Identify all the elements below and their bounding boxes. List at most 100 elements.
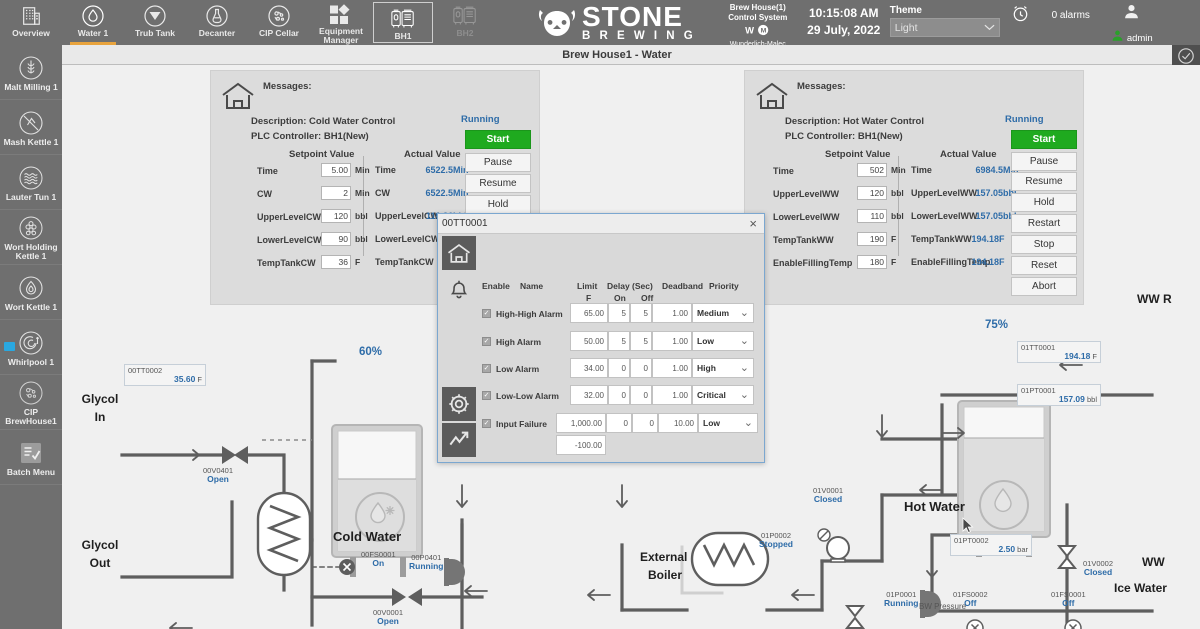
device-00V0401[interactable]: 00V0401 Open (203, 466, 233, 484)
abort-button[interactable]: Abort (1011, 277, 1077, 296)
gear-icon[interactable] (442, 387, 476, 421)
deadband-input[interactable] (652, 385, 692, 405)
limit-input[interactable] (570, 303, 608, 323)
resume-button[interactable]: Resume (465, 174, 531, 193)
enable-checkbox[interactable]: ✓ (482, 364, 491, 373)
start-button[interactable]: Start (1011, 130, 1077, 149)
setpoint-input[interactable] (321, 209, 351, 223)
close-icon[interactable]: × (746, 217, 760, 230)
deadband-input[interactable] (652, 331, 692, 351)
nav-item-cip-cellar[interactable]: CIP Cellar (248, 0, 310, 45)
sidebar-item-whirlpool-1[interactable]: Whirlpool 1 (0, 320, 62, 375)
row-label: TempTankWW (773, 235, 834, 245)
nav-item-overview[interactable]: Overview (0, 0, 62, 45)
limit-input[interactable] (570, 331, 608, 351)
hold-button[interactable]: Hold (1011, 193, 1077, 212)
priority-select[interactable]: Medium ⌄ (692, 303, 754, 323)
device-state: Running (409, 561, 444, 571)
reset-button[interactable]: Reset (1011, 256, 1077, 275)
nav-item-trub-tank[interactable]: Trub Tank (124, 0, 186, 45)
hold-button[interactable]: Hold (465, 195, 531, 214)
priority-select[interactable]: Low ⌄ (692, 331, 754, 351)
device-01P0001[interactable]: 01P0001 Running (884, 590, 918, 608)
theme-select[interactable]: Light (889, 18, 1000, 37)
trend-icon[interactable] (442, 423, 476, 457)
confirm-check-icon[interactable] (1177, 47, 1195, 65)
setpoint-input[interactable] (321, 255, 351, 269)
sidebar-item-malt-milling-1[interactable]: Malt Milling 1 (0, 45, 62, 100)
device-01V0001[interactable]: 01V0001 Closed (813, 486, 843, 504)
delay-off-input[interactable] (632, 413, 658, 433)
setpoint-unit: Min (891, 165, 906, 175)
delay-on-input[interactable] (608, 303, 630, 323)
sidebar-item-wort-kettle-1[interactable]: Wort Kettle 1 (0, 265, 62, 320)
resume-button[interactable]: Resume (1011, 172, 1077, 191)
delay-on-input[interactable] (608, 331, 630, 351)
delay-off-input[interactable] (630, 385, 652, 405)
setpoint-input[interactable] (857, 163, 887, 177)
home-icon[interactable] (755, 81, 789, 116)
device-00P0401[interactable]: 00P0401 Running (409, 553, 443, 571)
setpoint-input[interactable] (321, 186, 351, 200)
device-01FS0001[interactable]: 01FS0001 Off (1051, 590, 1086, 608)
tagbox-01TT0001[interactable]: 01TT0001 194.18 F (1017, 341, 1101, 363)
device-01V0002[interactable]: 01V0002 Closed (1083, 559, 1113, 577)
sidebar-item-mash-kettle-1[interactable]: Mash Kettle 1 (0, 100, 62, 155)
deadband-input[interactable] (652, 358, 692, 378)
sidebar-item-cip-brewhouse1[interactable]: CIP BrewHouse1 (0, 375, 62, 430)
setpoint-input[interactable] (857, 232, 887, 246)
alarm-row: ✓ Low Alarm (482, 358, 539, 379)
priority-select[interactable]: High ⌄ (692, 358, 754, 378)
setpoint-input[interactable] (857, 209, 887, 223)
delay-off-input[interactable] (630, 358, 652, 378)
setpoint-input[interactable] (857, 255, 887, 269)
delay-on-input[interactable] (608, 385, 630, 405)
setpoint-input[interactable] (321, 232, 351, 246)
start-button[interactable]: Start (465, 130, 531, 149)
priority-select[interactable]: Low ⌄ (698, 413, 758, 433)
delay-off-input[interactable] (630, 331, 652, 351)
nav-item-decanter[interactable]: Decanter (186, 0, 248, 45)
alarm-bell-block[interactable] (1006, 0, 1036, 45)
pause-button[interactable]: Pause (465, 153, 531, 172)
current-date: 29 July, 2022 (807, 23, 881, 37)
enable-checkbox[interactable]: ✓ (482, 419, 491, 428)
delay-on-input[interactable] (606, 413, 632, 433)
deadband-input[interactable] (658, 413, 698, 433)
setpoint-input[interactable] (857, 186, 887, 200)
delay-on-input[interactable] (608, 358, 630, 378)
checklist-icon (18, 438, 44, 468)
limit-low-input[interactable] (556, 435, 606, 455)
nav-item-bh2[interactable]: BH2 (434, 0, 496, 45)
sidebar-item-batch-menu[interactable]: Batch Menu (0, 430, 62, 485)
device-01P0002[interactable]: 01P0002 Stopped (759, 531, 793, 549)
tagbox-01PT0001[interactable]: 01PT0001 157.09 bbl (1017, 384, 1101, 406)
delay-off-input[interactable] (630, 303, 652, 323)
device-00V0001[interactable]: 00V0001 Open (373, 608, 403, 626)
nav-item-bh1[interactable]: BH1 (373, 2, 433, 43)
tag-unit: F (197, 375, 202, 384)
priority-select[interactable]: Critical ⌄ (692, 385, 754, 405)
restart-button[interactable]: Restart (1011, 214, 1077, 233)
deadband-input[interactable] (652, 303, 692, 323)
nav-item-water-1[interactable]: Water 1 (62, 0, 124, 45)
enable-checkbox[interactable]: ✓ (482, 337, 491, 346)
device-00FS0001[interactable]: 00FS0001 On (361, 550, 396, 568)
hot-water-level-pct: 75% (985, 319, 1009, 331)
nav-item-equipment-manager[interactable]: Equipment Manager (310, 0, 372, 45)
bell-icon[interactable] (442, 272, 476, 306)
home-icon[interactable] (442, 236, 476, 270)
home-icon[interactable] (221, 81, 255, 116)
setpoint-input[interactable] (321, 163, 351, 177)
stop-button[interactable]: Stop (1011, 235, 1077, 254)
sidebar-item-wort-holding-kettle-1[interactable]: Wort Holding Kettle 1 (0, 210, 62, 265)
limit-input[interactable] (556, 413, 606, 433)
pause-button[interactable]: Pause (1011, 152, 1077, 171)
sidebar-item-lauter-tun-1[interactable]: Lauter Tun 1 (0, 155, 62, 210)
limit-input[interactable] (570, 358, 608, 378)
tagbox-00TT0002[interactable]: 00TT0002 35.60 F (124, 364, 206, 386)
user-avatar-icon[interactable] (1123, 3, 1140, 25)
enable-checkbox[interactable]: ✓ (482, 391, 491, 400)
enable-checkbox[interactable]: ✓ (482, 309, 491, 318)
limit-input[interactable] (570, 385, 608, 405)
